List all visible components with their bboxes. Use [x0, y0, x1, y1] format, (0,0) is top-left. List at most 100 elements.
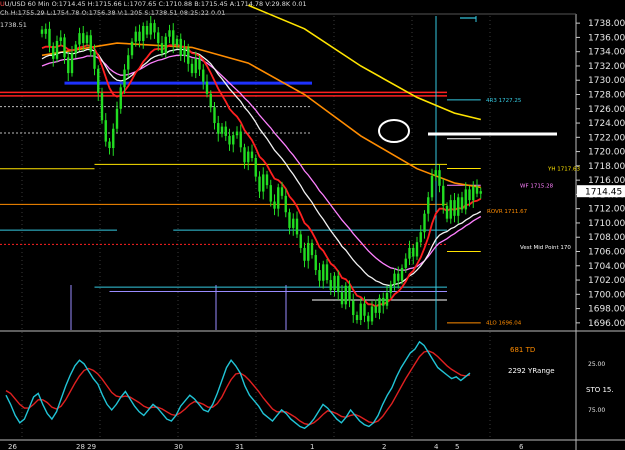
- x-axis-label: 1: [310, 443, 314, 450]
- candle-body: [348, 285, 351, 301]
- osc-tick-label: 75.00: [588, 407, 605, 414]
- candle-body: [408, 247, 411, 259]
- ma-yellow-line: [247, 4, 481, 121]
- osc-tick-label: 25.00: [588, 361, 605, 368]
- price-tick-label: 1736.00: [588, 33, 625, 43]
- candle-body: [59, 37, 62, 41]
- price-level-label: ROVR 1711.67: [487, 209, 528, 215]
- candle-body: [254, 158, 257, 177]
- candle-body: [232, 135, 235, 145]
- candle-body: [468, 189, 471, 201]
- candle-body: [438, 170, 441, 186]
- price-level-label: 4LO 1696.04: [486, 321, 522, 327]
- candle-body: [370, 306, 374, 322]
- yrange-label: 2292 YRange: [508, 367, 555, 375]
- candle-body: [378, 297, 381, 313]
- candle-body: [284, 195, 287, 213]
- price-tick-label: 1738.00: [588, 19, 625, 29]
- candle-body: [100, 93, 104, 121]
- price-tick-label: 1716.00: [588, 176, 625, 186]
- candle-body: [479, 191, 482, 194]
- candle-body: [423, 213, 426, 233]
- candle-body: [44, 28, 47, 34]
- price-tick-label: 1706.00: [588, 248, 625, 258]
- td-label: 681 TD: [510, 346, 535, 354]
- candle-body: [269, 185, 272, 202]
- candle-body: [198, 58, 201, 70]
- candle-body: [325, 264, 329, 281]
- ma-orange-line: [41, 42, 481, 189]
- price-tick-label: 1722.00: [588, 133, 625, 143]
- ema-pink-line: [41, 54, 482, 271]
- candle-body: [243, 147, 246, 163]
- candle-body: [127, 55, 130, 70]
- candle-body: [359, 303, 362, 321]
- candle-body: [303, 247, 306, 261]
- candle-body: [404, 258, 407, 268]
- candle-body: [183, 47, 186, 56]
- price-tick-label: 1720.00: [588, 148, 625, 158]
- price-tick-label: 1710.00: [588, 219, 625, 229]
- x-axis-label: 31: [235, 443, 244, 450]
- candle-body: [262, 174, 265, 192]
- candle-body: [82, 33, 85, 44]
- candle-body: [415, 242, 419, 257]
- candle-body: [202, 69, 205, 82]
- candle-body: [273, 201, 276, 209]
- candle-body: [179, 38, 182, 56]
- candle-body: [318, 270, 321, 281]
- candle-body: [194, 58, 197, 74]
- candle-body: [412, 247, 415, 257]
- candle-body: [295, 218, 299, 235]
- candle-body: [190, 63, 194, 74]
- price-tick-label: 1712.00: [588, 205, 625, 215]
- candle-body: [149, 23, 152, 35]
- candle-body: [142, 25, 145, 41]
- x-axis-label: 6: [519, 443, 524, 450]
- price-level-label: YH 1717.63: [547, 167, 580, 173]
- price-chart: 1738.00 1736.00 1734.00 1732.00 1730.00 1728.…: [0, 4, 625, 450]
- stoch-slow-line: [5, 350, 471, 426]
- price-tick-label: 1728.00: [588, 91, 625, 101]
- candle-body: [157, 32, 160, 44]
- price-tick-label: 1724.00: [588, 119, 625, 129]
- candle-body: [453, 200, 456, 216]
- candle-body: [374, 306, 377, 313]
- candle-body: [119, 87, 122, 109]
- candle-body: [337, 275, 340, 293]
- candle-body: [430, 175, 434, 198]
- candle-body: [475, 186, 479, 194]
- candle-body: [288, 212, 291, 228]
- candle-body: [78, 33, 81, 45]
- x-axis-label: 26: [8, 443, 17, 450]
- candle-body: [363, 303, 366, 316]
- candle-body: [205, 81, 209, 94]
- price-tick-label: 1702.00: [588, 276, 625, 286]
- x-axis-label: 5: [455, 443, 459, 450]
- candle-body: [333, 275, 336, 291]
- candle-body: [419, 232, 422, 243]
- price-tick-label: 1696.00: [588, 319, 625, 329]
- price-tick-label: 1704.00: [588, 262, 625, 272]
- candle-body: [460, 197, 464, 210]
- candle-body: [153, 23, 156, 33]
- candle-body: [175, 38, 179, 46]
- x-axis-label: 4: [434, 443, 439, 450]
- candle-body: [427, 197, 430, 214]
- candle-body: [442, 185, 445, 206]
- candle-body: [355, 315, 359, 321]
- candle-body: [449, 200, 452, 219]
- candle-body: [160, 43, 164, 54]
- candle-body: [48, 28, 51, 46]
- sto-label: STO 15.: [586, 386, 614, 394]
- candle-body: [382, 297, 385, 306]
- candle-body: [472, 186, 475, 201]
- candle-body: [74, 44, 77, 54]
- candle-body: [108, 141, 111, 149]
- candle-body: [70, 53, 74, 74]
- candle-body: [385, 292, 389, 306]
- candle-body: [115, 108, 119, 129]
- candle-body: [217, 123, 220, 134]
- candle-body: [134, 31, 137, 42]
- price-level-label: 4R3 1727.25: [486, 98, 522, 104]
